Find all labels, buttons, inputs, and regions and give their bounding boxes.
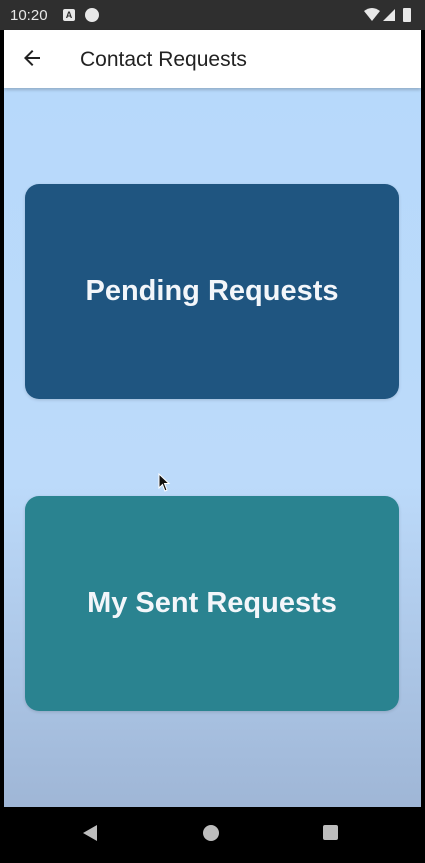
battery-icon xyxy=(403,8,411,22)
notification-app-icon xyxy=(85,8,99,22)
my-sent-requests-label: My Sent Requests xyxy=(87,587,337,619)
nav-home-icon[interactable] xyxy=(203,825,219,841)
status-time: 10:20 xyxy=(10,7,48,24)
nav-back-icon[interactable] xyxy=(82,824,98,842)
app-bar: Contact Requests xyxy=(4,30,421,88)
mouse-cursor-icon xyxy=(158,473,171,492)
status-indicators xyxy=(363,7,415,27)
cellular-signal-icon xyxy=(383,9,395,21)
main-content: Pending Requests My Sent Requests xyxy=(4,88,421,807)
status-bar: 10:20 A xyxy=(0,0,425,30)
pending-requests-button[interactable]: Pending Requests xyxy=(25,184,399,399)
nav-recents-icon[interactable] xyxy=(323,825,338,840)
notification-a-icon: A xyxy=(63,9,75,21)
my-sent-requests-button[interactable]: My Sent Requests xyxy=(25,496,399,711)
arrow-back-icon[interactable] xyxy=(20,46,44,70)
page-title: Contact Requests xyxy=(80,48,247,71)
wifi-icon xyxy=(364,8,380,21)
pending-requests-label: Pending Requests xyxy=(85,275,339,307)
navigation-bar xyxy=(0,807,425,863)
